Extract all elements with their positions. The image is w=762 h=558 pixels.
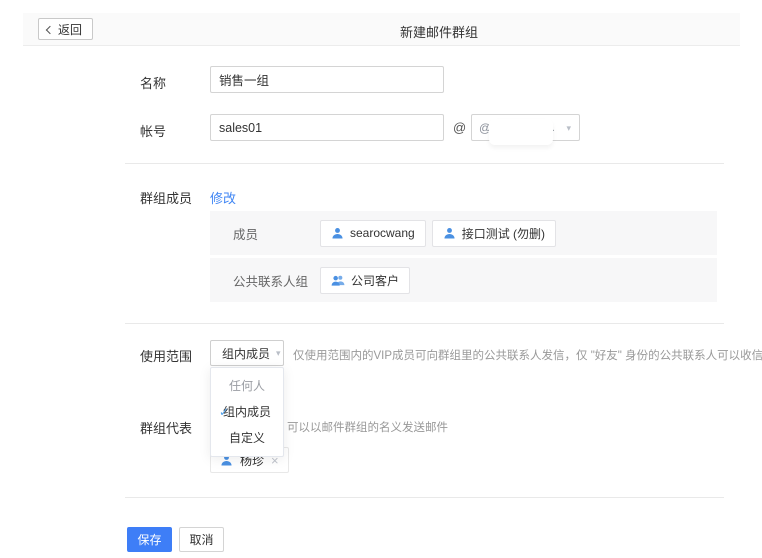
chevron-left-icon xyxy=(46,25,54,33)
scope-dropdown-menu: 任何人 ✓ 组内成员 自定义 xyxy=(210,367,284,457)
group-icon xyxy=(331,274,345,287)
members-section-label: 群组成员 xyxy=(140,188,192,207)
contact-group-row: 公共联系人组 公司客户 xyxy=(210,258,717,302)
person-icon xyxy=(443,227,456,240)
members-row-label: 成员 xyxy=(233,224,320,243)
member-tag-label: searocwang xyxy=(350,226,415,240)
create-mail-group-page: 返回 新建邮件群组 名称 帐号 @ @ n... ▾ 群组成员 修改 成员 se… xyxy=(0,0,762,558)
page-title: 新建邮件群组 xyxy=(400,22,478,41)
scope-selected-value: 组内成员 xyxy=(222,345,270,362)
scope-hint-text: 仅使用范围内的VIP成员可向群组里的公共联系人发信，仅 "好友" 身份的公共联系… xyxy=(293,347,762,363)
name-label: 名称 xyxy=(140,73,166,92)
caret-down-icon: ▾ xyxy=(276,348,281,359)
back-button-label: 返回 xyxy=(58,21,82,38)
contact-group-row-label: 公共联系人组 xyxy=(233,271,320,290)
contact-group-tag-label: 公司客户 xyxy=(351,272,399,289)
at-symbol: @ xyxy=(453,120,466,135)
name-input[interactable] xyxy=(210,66,444,93)
members-panel: 成员 searocwang 接口测试 (勿删) 公共联系人组 公司客户 xyxy=(210,211,717,302)
cancel-button[interactable]: 取消 xyxy=(179,527,224,552)
scope-option-label: 组内成员 xyxy=(223,405,271,419)
contact-group-tag: 公司客户 xyxy=(320,267,410,294)
member-tag-label: 接口测试 (勿删) xyxy=(462,225,545,242)
page-header: 返回 新建邮件群组 xyxy=(23,13,740,46)
scope-select[interactable]: 组内成员 ▾ xyxy=(210,340,284,366)
section-divider xyxy=(125,497,724,498)
scope-option-anyone[interactable]: 任何人 xyxy=(211,373,283,399)
check-icon: ✓ xyxy=(219,399,229,425)
member-tag: 接口测试 (勿删) xyxy=(432,220,556,247)
representative-label: 群组代表 xyxy=(140,418,192,437)
account-label: 帐号 xyxy=(140,121,166,140)
back-button[interactable]: 返回 xyxy=(38,18,93,40)
account-input[interactable] xyxy=(210,114,444,141)
section-divider xyxy=(125,163,724,164)
section-divider xyxy=(125,323,724,324)
domain-select[interactable]: @ n... ▾ xyxy=(471,114,580,141)
members-row: 成员 searocwang 接口测试 (勿删) xyxy=(210,211,717,255)
save-button[interactable]: 保存 xyxy=(127,527,172,552)
redaction-blur xyxy=(489,119,553,145)
scope-label: 使用范围 xyxy=(140,346,192,365)
modify-members-link[interactable]: 修改 xyxy=(210,188,236,207)
member-tag: searocwang xyxy=(320,220,426,247)
scope-option-group-members[interactable]: ✓ 组内成员 xyxy=(211,399,283,425)
representative-hint-text: 可以以邮件群组的名义发送邮件 xyxy=(287,419,448,435)
person-icon xyxy=(331,227,344,240)
caret-down-icon: ▾ xyxy=(566,123,571,134)
scope-option-custom[interactable]: 自定义 xyxy=(211,425,283,451)
